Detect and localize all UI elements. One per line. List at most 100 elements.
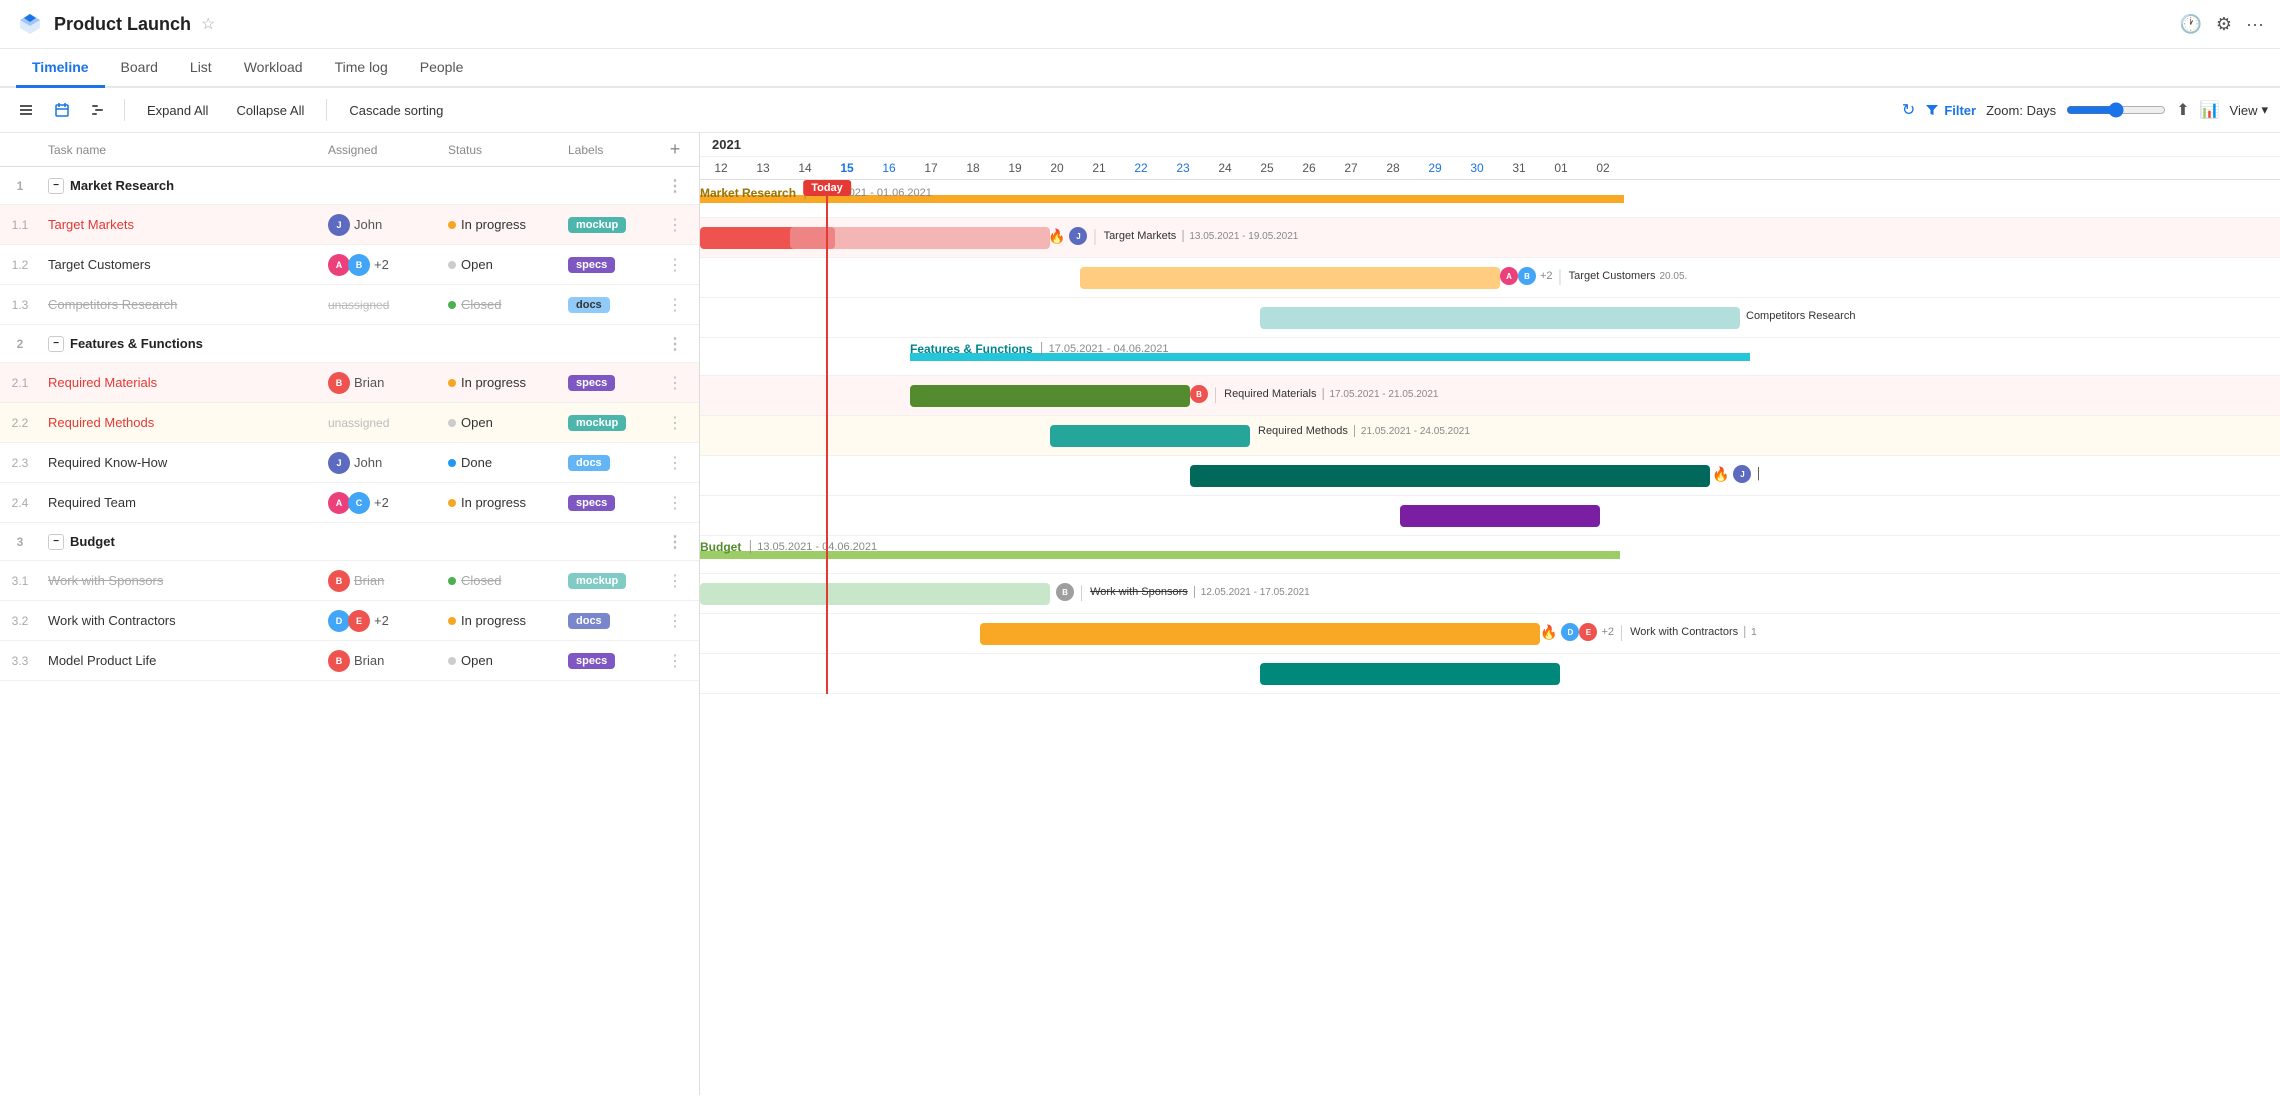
gantt-bar[interactable] (1260, 307, 1740, 329)
list-view-icon[interactable] (12, 96, 40, 124)
row-status: Open (440, 653, 560, 668)
gantt-bar-date: │ 13.05.2021 - 01.06.2021 (802, 187, 932, 199)
status-dot (448, 301, 456, 309)
row-number: 2.1 (0, 376, 40, 390)
col-header-status: Status (440, 143, 560, 157)
col-header-task: Task name (40, 143, 320, 157)
tab-list[interactable]: List (174, 49, 228, 88)
row-more-button[interactable]: ⋮ (660, 334, 690, 354)
more-icon[interactable]: ··· (2246, 14, 2264, 35)
row-task-name[interactable]: Competitors Research (40, 297, 320, 312)
row-more-button[interactable]: ⋮ (660, 453, 690, 473)
row-more-button[interactable]: ⋮ (660, 651, 690, 671)
row-task-name[interactable]: Required Methods (40, 415, 320, 430)
row-more-button[interactable]: ⋮ (660, 215, 690, 235)
tab-people[interactable]: People (404, 49, 480, 88)
row-more-button[interactable]: ⋮ (660, 176, 690, 196)
row-status: In progress (440, 375, 560, 390)
row-labels: mockup (560, 572, 660, 589)
collapse-all-button[interactable]: Collapse All (226, 99, 314, 122)
tab-workload[interactable]: Workload (228, 49, 319, 88)
gantt-row (700, 496, 2280, 536)
row-more-button[interactable]: ⋮ (660, 532, 690, 552)
cascade-sort-button[interactable]: Cascade sorting (339, 99, 453, 122)
export-icon[interactable]: ⬆ (2176, 100, 2189, 120)
gantt-day: 15 (826, 157, 868, 179)
row-task-name[interactable]: Work with Sponsors (40, 573, 320, 588)
group-collapse-button[interactable]: − (48, 336, 64, 352)
group-collapse-button[interactable]: − (48, 534, 64, 550)
label-badge[interactable]: specs (568, 375, 615, 391)
row-task-name[interactable]: Required Know-How (40, 455, 320, 470)
gantt-row: Competitors Research (700, 298, 2280, 338)
gantt-bar[interactable] (1080, 267, 1500, 289)
gantt-icon[interactable] (84, 96, 112, 124)
row-more-button[interactable]: ⋮ (660, 295, 690, 315)
tab-timelog[interactable]: Time log (319, 49, 404, 88)
table-row: 2.3 Required Know-How J John Done docs ⋮ (0, 443, 699, 483)
label-badge[interactable]: docs (568, 613, 610, 629)
expand-all-button[interactable]: Expand All (137, 99, 218, 122)
row-more-button[interactable]: ⋮ (660, 571, 690, 591)
gantt-bar-label-container: Market Research │ 13.05.2021 - 01.06.202… (700, 186, 932, 200)
gantt-bar[interactable] (1400, 505, 1600, 527)
row-status: In progress (440, 495, 560, 510)
row-task-name[interactable]: Target Customers (40, 257, 320, 272)
gantt-bar-date: │ 17.05.2021 - 04.06.2021 (1039, 343, 1169, 355)
chart-icon[interactable]: 📊 (2200, 100, 2220, 120)
view-button[interactable]: View ▾ (2230, 102, 2268, 118)
gantt-body: Today Market Research │ 13.05.2021 - 01.… (700, 180, 2280, 694)
chevron-down-icon: ▾ (2261, 102, 2268, 118)
row-more-button[interactable]: ⋮ (660, 373, 690, 393)
gantt-bar-label: Required Methods (1258, 425, 1348, 437)
label-badge[interactable]: mockup (568, 573, 626, 589)
label-badge[interactable]: specs (568, 653, 615, 669)
gantt-bar[interactable] (1050, 425, 1250, 447)
gantt-day: 20 (1036, 157, 1078, 179)
group-collapse-button[interactable]: − (48, 178, 64, 194)
row-task-name[interactable]: Required Team (40, 495, 320, 510)
label-badge[interactable]: specs (568, 495, 615, 511)
settings-icon[interactable]: ⚙ (2216, 14, 2232, 35)
row-more-button[interactable]: ⋮ (660, 255, 690, 275)
label-badge[interactable]: mockup (568, 217, 626, 233)
add-column-button[interactable]: + (660, 139, 690, 160)
page-title: Product Launch (54, 14, 191, 35)
gantt-bar[interactable] (1260, 663, 1560, 685)
gantt-bar[interactable] (1190, 465, 1710, 487)
tab-timeline[interactable]: Timeline (16, 49, 105, 88)
row-status: Closed (440, 297, 560, 312)
gantt-day: 14 (784, 157, 826, 179)
label-badge[interactable]: mockup (568, 415, 626, 431)
zoom-slider[interactable] (2066, 102, 2166, 118)
row-more-button[interactable]: ⋮ (660, 413, 690, 433)
row-task-name[interactable]: Model Product Life (40, 653, 320, 668)
refresh-icon[interactable]: ↻ (1902, 100, 1915, 120)
gantt-bar[interactable] (910, 385, 1190, 407)
calendar-icon[interactable] (48, 96, 76, 124)
star-icon[interactable]: ☆ (201, 14, 215, 34)
row-labels: specs (560, 494, 660, 511)
row-task-name[interactable]: Required Materials (40, 375, 320, 390)
gantt-inline: Required Methods │ 21.05.2021 - 24.05.20… (1258, 425, 1470, 437)
gantt-bar[interactable] (980, 623, 1540, 645)
row-more-button[interactable]: ⋮ (660, 611, 690, 631)
gantt-day: 17 (910, 157, 952, 179)
gantt-row: A B +2 │ Target Customers 20.05. (700, 258, 2280, 298)
filter-button[interactable]: Filter (1925, 103, 1976, 118)
gantt-bar[interactable] (700, 583, 1050, 605)
row-task-name[interactable]: Target Markets (40, 217, 320, 232)
avatar: D (1561, 623, 1579, 641)
row-more-button[interactable]: ⋮ (660, 493, 690, 513)
label-badge[interactable]: specs (568, 257, 615, 273)
row-task-name[interactable]: Work with Contractors (40, 613, 320, 628)
row-task-name: − Market Research (40, 178, 320, 194)
history-icon[interactable]: 🕐 (2179, 14, 2201, 35)
tab-board[interactable]: Board (105, 49, 174, 88)
gantt-bar-label: Market Research (700, 186, 796, 200)
label-badge[interactable]: docs (568, 297, 610, 313)
status-dot (448, 577, 456, 585)
label-badge[interactable]: docs (568, 455, 610, 471)
gantt-bar-light[interactable] (790, 227, 1050, 249)
gantt-day: 26 (1288, 157, 1330, 179)
